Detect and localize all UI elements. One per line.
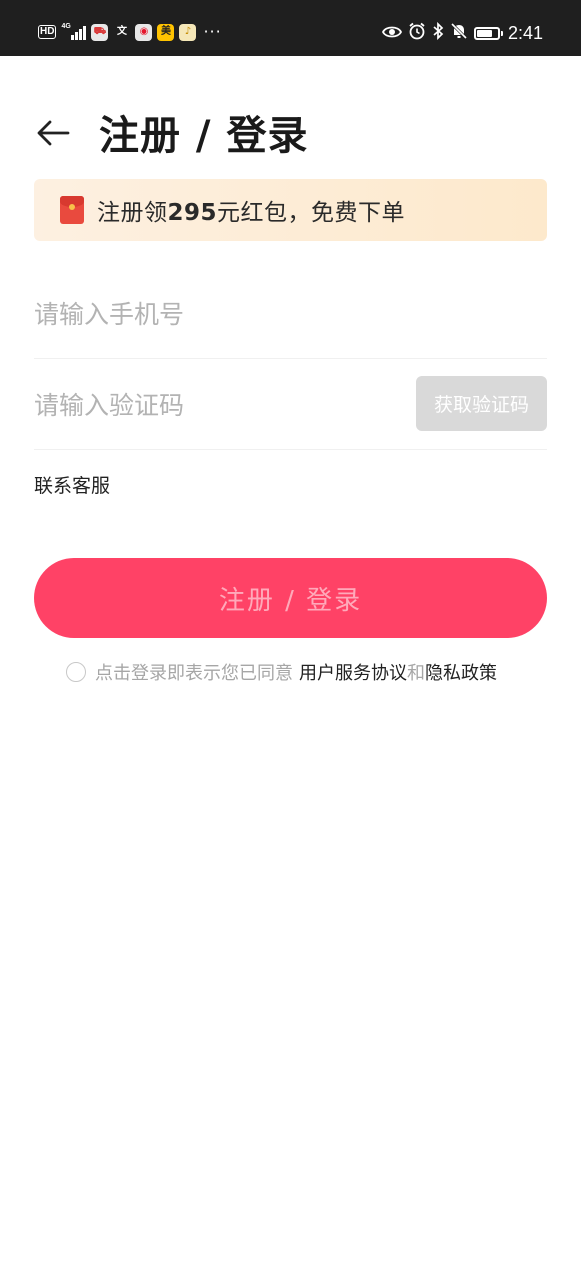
bluetooth-icon — [432, 21, 444, 44]
get-code-button[interactable]: 获取验证码 — [416, 376, 547, 431]
more-notifications-icon: ··· — [203, 22, 222, 41]
privacy-policy-link[interactable]: 隐私政策 — [425, 659, 497, 685]
hd-icon: HD — [38, 25, 57, 39]
notification-app-icons: ⛟ 文 ◉ 美 ♪ — [91, 23, 197, 41]
register-login-button[interactable]: 注册 / 登录 — [34, 558, 547, 638]
alarm-icon — [408, 22, 426, 44]
eye-comfort-icon — [381, 24, 402, 43]
phone-field-row — [34, 270, 547, 359]
arrow-left-icon — [36, 120, 70, 150]
status-bar: HD 4G ⛟ 文 ◉ 美 ♪ ··· 2:41 — [0, 0, 581, 56]
back-button[interactable] — [28, 110, 78, 160]
app-red-icon: ⛟ — [91, 23, 109, 41]
agreement-checkbox[interactable] — [66, 662, 86, 682]
network-type-label: 4G — [61, 23, 71, 30]
user-agreement-link[interactable]: 用户服务协议 — [299, 659, 407, 685]
promo-text: 注册领295元红包，免费下单 — [97, 193, 405, 227]
status-time: 2:41 — [507, 22, 543, 43]
phone-input[interactable] — [34, 270, 547, 358]
code-field-row: 获取验证码 — [34, 361, 547, 450]
red-packet-icon — [60, 196, 84, 224]
verification-code-input[interactable] — [34, 361, 404, 449]
weibo-icon: ◉ — [135, 23, 153, 41]
battery-icon — [473, 26, 503, 40]
status-bar-right: 2:41 — [381, 20, 543, 46]
page-title: 注册 / 登录 — [99, 113, 309, 159]
agreement-prefix: 点击登录即表示您已同意 — [95, 663, 293, 684]
signal-icon: 4G — [61, 23, 87, 40]
promo-text-suffix: 元红包，免费下单 — [217, 200, 406, 226]
status-bar-left: HD 4G ⛟ 文 ◉ 美 ♪ ··· — [38, 20, 222, 44]
promo-text-prefix: 注册领 — [97, 200, 168, 226]
agreement-row: 点击登录即表示您已同意 用户服务协议 和 隐私政策 — [66, 656, 497, 688]
wen-app-icon: 文 — [116, 26, 127, 37]
meituan-icon: 美 — [157, 23, 175, 41]
app-yellow-icon: ♪ — [179, 23, 197, 41]
promo-amount: 295 — [167, 200, 218, 226]
contact-service-link[interactable]: 联系客服 — [34, 472, 110, 500]
mute-bell-icon — [450, 22, 468, 44]
agreement-joiner: 和 — [407, 663, 425, 684]
promo-banner[interactable]: 注册领295元红包，免费下单 — [34, 179, 547, 241]
